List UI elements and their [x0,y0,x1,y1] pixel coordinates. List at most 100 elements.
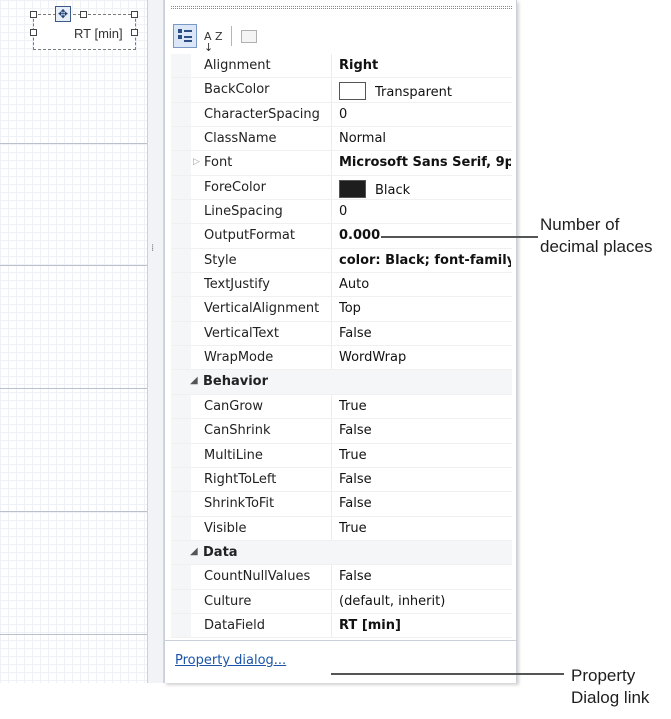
property-name: OutputFormat [204,228,295,244]
property-pages-button[interactable] [237,24,259,48]
property-row-linespacing[interactable]: LineSpacing 0 [171,200,512,225]
column-separator [331,516,332,540]
property-value-text: Right [339,58,379,73]
property-row-multiline[interactable]: MultiLine True [171,443,512,468]
expand-arrow-icon[interactable]: ▷ [193,157,200,167]
property-name: ShrinkToFit [204,496,275,512]
property-value[interactable]: True [339,521,511,536]
row-gutter [171,565,191,589]
property-value[interactable]: WordWrap [339,350,511,365]
column-separator [331,297,332,321]
property-value[interactable]: color: Black; font-family: [339,253,511,268]
property-row-countnullvalues[interactable]: CountNullValues False [171,565,512,590]
property-row-cangrow[interactable]: CanGrow True [171,394,512,420]
property-name: MultiLine [204,447,263,463]
row-gutter [171,346,191,370]
panel-splitter[interactable]: ⁞ [148,0,164,683]
property-row-backcolor[interactable]: BackColor Transparent [171,78,512,103]
property-value[interactable]: Microsoft Sans Serif, 9pt [339,155,511,170]
property-row-canshrink[interactable]: CanShrink False [171,419,512,444]
property-value[interactable]: False [339,326,511,341]
property-row-verticaltext[interactable]: VerticalText False [171,321,512,347]
property-value[interactable]: False [339,496,511,511]
callout-link-line2: Dialog link [571,688,650,707]
column-separator [331,151,332,175]
alphabetical-button[interactable]: A Z ↓ [200,24,226,53]
property-value[interactable]: Right [339,58,511,73]
callout-decimal-line1: Number of [540,215,620,234]
property-value[interactable]: (default, inherit) [339,594,511,609]
property-value[interactable]: False [339,569,511,584]
row-gutter [171,54,191,78]
row-gutter [171,540,191,565]
property-value-text: Normal [339,131,387,147]
resize-handle[interactable] [30,11,37,18]
property-value[interactable]: 0 [339,107,511,122]
property-row-righttoleft[interactable]: RightToLeft False [171,467,512,493]
collapse-arrow-icon[interactable]: ◢ [190,546,198,557]
property-value-text: Top [339,301,361,317]
property-name: VerticalText [204,325,279,341]
property-value-text: False [339,423,372,439]
property-row-forecolor[interactable]: ForeColor Black [171,175,512,201]
property-name: CanGrow [204,398,264,414]
property-row-verticalalignment[interactable]: VerticalAlignment Top [171,297,512,322]
property-name: CharacterSpacing [204,106,320,122]
property-row-wrapmode[interactable]: WrapMode WordWrap [171,346,512,371]
property-value[interactable]: 0 [339,204,511,219]
property-row-style[interactable]: Style color: Black; font-family: [171,248,512,274]
property-row-characterspacing[interactable]: CharacterSpacing 0 [171,102,512,128]
move-handle-icon[interactable]: ✥ [55,6,71,22]
row-gutter [171,224,191,248]
property-row-font[interactable]: ▷ Font Microsoft Sans Serif, 9pt [171,151,512,176]
property-name: Style [204,252,237,268]
category-label: Behavior [203,374,269,390]
resize-handle[interactable] [80,11,87,18]
property-name: RightToLeft [204,471,277,487]
property-row-visible[interactable]: Visible True [171,516,512,541]
category-label: Data [203,544,238,560]
collapse-arrow-icon[interactable]: ◢ [190,375,198,386]
band-divider [0,143,147,144]
property-value[interactable]: Black [339,179,511,198]
resize-handle[interactable] [30,29,37,36]
categorized-button[interactable] [173,24,197,48]
column-separator [331,102,332,127]
selected-textbox-rt-min[interactable]: RT [min] [30,11,138,50]
callout-property-dialog: Property Dialog link [571,665,649,709]
property-row-alignment[interactable]: Alignment Right [171,54,512,79]
property-grid-footer: Property dialog... [165,640,516,683]
property-pages-icon [241,30,257,43]
property-row-datafield[interactable]: DataField RT [min] [171,613,512,639]
resize-handle[interactable] [131,29,138,36]
property-name: DataField [204,617,266,633]
splitter-grip-icon[interactable]: ⁞ [151,244,154,254]
property-value[interactable]: Auto [339,277,511,292]
column-separator [331,492,332,516]
property-value[interactable]: RT [min] [339,618,511,633]
category-row-data[interactable]: ◢ Data [171,540,512,566]
property-row-shrinktofit[interactable]: ShrinkToFit False [171,492,512,517]
property-row-textjustify[interactable]: TextJustify Auto [171,273,512,298]
report-designer-surface[interactable]: RT [min] ✥ [0,0,148,683]
property-value[interactable]: False [339,423,511,438]
category-row-behavior[interactable]: ◢ Behavior [171,370,512,395]
property-row-classname[interactable]: ClassName Normal [171,127,512,152]
property-grid: Alignment Right BackColor Transparent Charac… [171,54,512,639]
property-value[interactable]: True [339,399,511,414]
column-separator [331,200,332,224]
property-dialog-link[interactable]: Property dialog... [175,653,286,668]
property-value[interactable]: Top [339,301,511,316]
property-row-culture[interactable]: Culture (default, inherit) [171,589,512,614]
property-value-text: WordWrap [339,350,407,366]
property-grid-panel: A Z ↓ Alignment Right BackColor Transparent… [164,0,517,683]
row-gutter [171,467,191,492]
property-value[interactable]: True [339,448,511,463]
column-separator [331,346,332,370]
property-value[interactable]: False [339,472,511,487]
property-name: Visible [204,520,247,536]
property-value[interactable]: Transparent [339,82,511,101]
row-gutter [171,321,191,346]
resize-handle[interactable] [131,11,138,18]
property-value[interactable]: Normal [339,131,511,146]
